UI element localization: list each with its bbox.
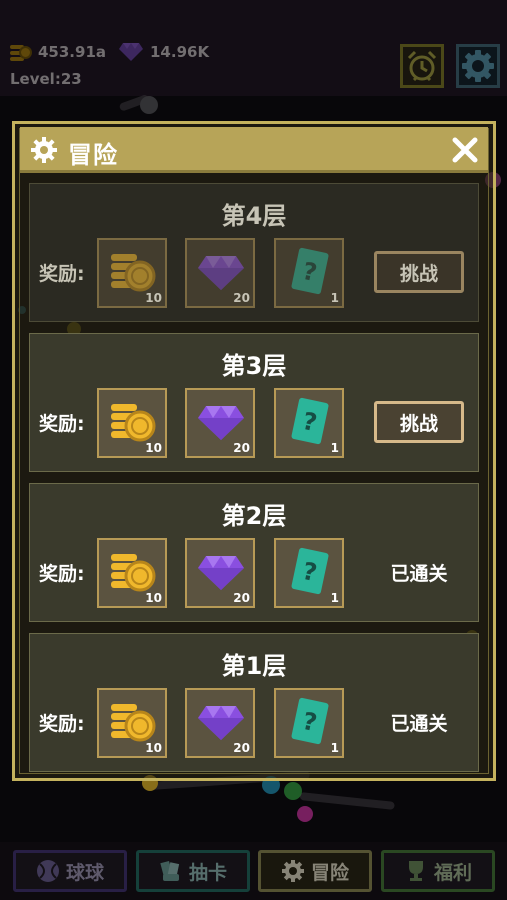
dialog-title: 冒险: [68, 141, 118, 169]
reward-slot-card: ? 1: [274, 538, 344, 608]
floor-card-3: 第3层 奖励: 10 20 ? 1 挑战: [29, 333, 479, 472]
cleared-status: 已通关: [390, 713, 448, 735]
gold-coins-icon: [111, 704, 156, 742]
mystery-card-icon: ?: [291, 547, 329, 595]
floor-card-4: 第4层 奖励: 10 20 ? 1 挑战: [29, 183, 479, 322]
close-button[interactable]: [450, 135, 480, 165]
challenge-button[interactable]: 挑战: [374, 401, 464, 443]
reward-qty: 10: [145, 441, 162, 455]
gem-icon: [198, 256, 244, 290]
reward-slot-coins: 10: [97, 538, 167, 608]
reward-qty: 20: [233, 441, 250, 455]
gem-icon: [198, 706, 244, 740]
reward-slot-coins: 10: [97, 688, 167, 758]
challenge-button[interactable]: 挑战: [374, 251, 464, 293]
floor-card-1: 第1层 奖励: 10 20 ? 1 已通关: [29, 633, 479, 772]
reward-slot-gems: 20: [185, 688, 255, 758]
floor-title: 第4层: [221, 202, 287, 230]
gold-coins-icon: [111, 404, 156, 442]
reward-slot-coins: 10: [97, 388, 167, 458]
reward-slot-gems: 20: [185, 238, 255, 308]
floor-title: 第2层: [221, 502, 287, 530]
floor-title: 第3层: [221, 352, 287, 380]
reward-slot-card: ? 1: [274, 388, 344, 458]
reward-qty: 20: [233, 741, 250, 755]
reward-qty: 10: [145, 591, 162, 605]
reward-slot-card: ? 1: [274, 688, 344, 758]
reward-label: 奖励:: [39, 263, 85, 285]
reward-slot-gems: 20: [185, 388, 255, 458]
mystery-card-icon: ?: [291, 397, 329, 445]
cleared-status: 已通关: [390, 563, 448, 585]
reward-qty: 10: [145, 291, 162, 305]
reward-qty: 1: [330, 591, 339, 605]
gear-icon: [31, 137, 57, 163]
floor-list: 第4层 奖励: 10 20 ? 1 挑战 第3层 奖励: 10 20 ? 1 挑…: [29, 183, 479, 783]
reward-slot-card: ? 1: [274, 238, 344, 308]
reward-qty: 10: [145, 741, 162, 755]
reward-label: 奖励:: [39, 563, 85, 585]
reward-qty: 1: [330, 741, 339, 755]
mystery-card-icon: ?: [291, 697, 329, 745]
gold-coins-icon: [111, 554, 156, 592]
dialog-header: 冒险: [20, 127, 488, 173]
mystery-card-icon: ?: [291, 247, 329, 295]
reward-slot-coins: 10: [97, 238, 167, 308]
floor-title: 第1层: [221, 652, 287, 680]
reward-label: 奖励:: [39, 713, 85, 735]
reward-qty: 20: [233, 591, 250, 605]
reward-slot-gems: 20: [185, 538, 255, 608]
reward-qty: 1: [330, 291, 339, 305]
reward-qty: 20: [233, 291, 250, 305]
gem-icon: [198, 556, 244, 590]
gem-icon: [198, 406, 244, 440]
floor-card-2: 第2层 奖励: 10 20 ? 1 已通关: [29, 483, 479, 622]
gold-coins-icon: [111, 254, 156, 292]
reward-label: 奖励:: [39, 413, 85, 435]
reward-qty: 1: [330, 441, 339, 455]
